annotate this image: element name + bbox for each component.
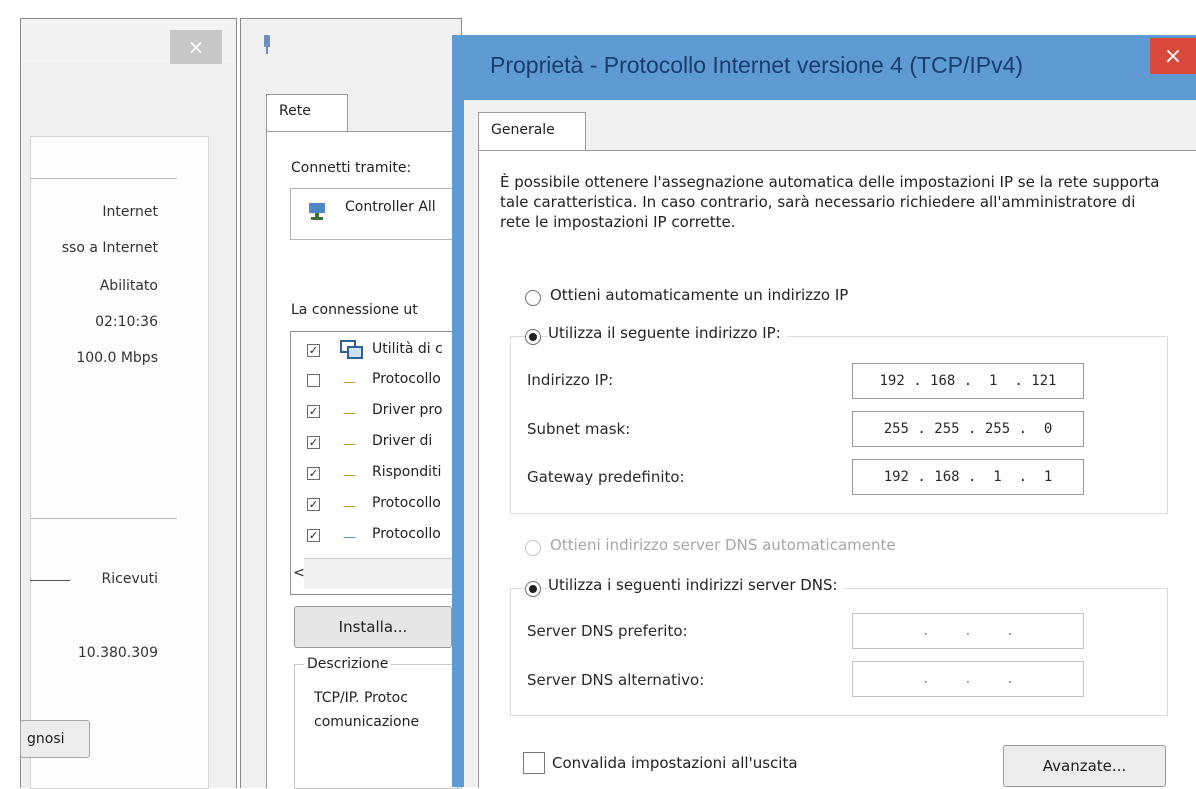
dns-preferred-label: Server DNS preferito: — [527, 622, 688, 640]
tab-generale[interactable]: Generale — [478, 112, 586, 152]
horizontal-scrollbar[interactable] — [304, 558, 460, 589]
status-divider — [30, 178, 177, 179]
protocol-icon: — — [343, 406, 356, 421]
dialog-description: È possibile ottenere l'assegnazione auto… — [500, 173, 1160, 231]
validate-label[interactable]: Convalida impostazioni all'uscita — [552, 754, 798, 772]
item-checkbox[interactable] — [307, 374, 320, 387]
dns-alternate-input[interactable]: . . . — [852, 661, 1084, 697]
dialog-close-button[interactable]: × — [1150, 38, 1196, 74]
protocol-icon: — — [343, 375, 356, 390]
validate-checkbox[interactable] — [523, 752, 545, 774]
network-icon — [262, 34, 272, 56]
list-item[interactable]: Protocollo — [372, 526, 441, 542]
protocol-icon: — — [343, 468, 356, 483]
network-adapter-icon — [306, 200, 328, 222]
protocol-icon: — — [343, 437, 356, 452]
dns-preferred-input[interactable]: . . . — [852, 613, 1084, 649]
status-duration-value: 02:10:36 — [95, 314, 158, 330]
ip-auto-label[interactable]: Ottieni automaticamente un indirizzo IP — [550, 286, 848, 304]
item-checkbox[interactable]: ✓ — [307, 467, 320, 480]
dns-auto-label[interactable]: Ottieni indirizzo server DNS automaticam… — [550, 536, 896, 554]
description-text-line1: TCP/IP. Protoc — [314, 690, 408, 706]
gateway-label: Gateway predefinito: — [527, 468, 685, 486]
list-item[interactable]: Risponditi — [372, 464, 441, 480]
status-access-value: sso a Internet — [61, 240, 158, 256]
received-bytes-value: 10.380.309 — [77, 645, 158, 661]
ip-address-label: Indirizzo IP: — [527, 371, 614, 389]
status-window-panel — [30, 136, 209, 789]
status-window-close-button[interactable]: × — [170, 30, 222, 64]
ip-auto-radio[interactable] — [525, 290, 541, 306]
list-item[interactable]: Protocollo — [372, 371, 441, 387]
dns-manual-radio[interactable] — [525, 581, 541, 597]
adapter-name: Controller All — [345, 199, 436, 215]
description-label: Descrizione — [304, 656, 392, 672]
connection-uses-label: La connessione ut — [291, 302, 418, 318]
advanced-button[interactable]: Avanzate... — [1003, 745, 1166, 787]
status-speed-value: 100.0 Mbps — [76, 350, 158, 366]
item-checkbox[interactable]: ✓ — [307, 529, 320, 542]
diagnose-button[interactable]: gnosi — [20, 720, 90, 758]
item-checkbox[interactable]: ✓ — [307, 498, 320, 511]
list-item[interactable]: Utilità di c — [372, 341, 443, 357]
subnet-mask-label: Subnet mask: — [527, 420, 631, 438]
install-button[interactable]: Installa... — [294, 606, 452, 648]
ip-manual-radio[interactable] — [525, 329, 541, 345]
list-item[interactable]: Driver di — [372, 433, 432, 449]
protocol-icon: — — [343, 499, 356, 514]
status-media-value: Abilitato — [99, 278, 158, 294]
received-label: Ricevuti — [101, 571, 158, 587]
description-text-line2: comunicazione — [314, 714, 420, 730]
item-checkbox[interactable]: ✓ — [307, 405, 320, 418]
item-checkbox[interactable]: ✓ — [307, 436, 320, 449]
client-icon — [339, 340, 365, 360]
dns-auto-radio[interactable] — [525, 540, 541, 556]
dns-manual-label[interactable]: Utilizza i seguenti indirizzi server DNS… — [548, 576, 844, 594]
ip-manual-label[interactable]: Utilizza il seguente indirizzo IP: — [548, 324, 787, 342]
protocol-icon: — — [343, 530, 356, 545]
subnet-mask-input[interactable]: 255 . 255 . 255 . 0 — [852, 411, 1084, 447]
dialog-title: Proprietà - Protocollo Internet versione… — [490, 52, 1024, 78]
ip-address-input[interactable]: 192 . 168 . 1 . 121 — [852, 363, 1084, 399]
gateway-input[interactable]: 192 . 168 . 1 . 1 — [852, 459, 1084, 495]
item-checkbox[interactable]: ✓ — [307, 344, 320, 357]
tab-rete[interactable]: Rete — [266, 94, 348, 132]
status-connectivity-value: Internet — [102, 204, 158, 220]
connect-using-label: Connetti tramite: — [291, 160, 412, 176]
list-item[interactable]: Driver pro — [372, 402, 442, 418]
list-item[interactable]: Protocollo — [372, 495, 441, 511]
dns-alternate-label: Server DNS alternativo: — [527, 671, 705, 689]
status-divider-activity — [30, 518, 177, 519]
